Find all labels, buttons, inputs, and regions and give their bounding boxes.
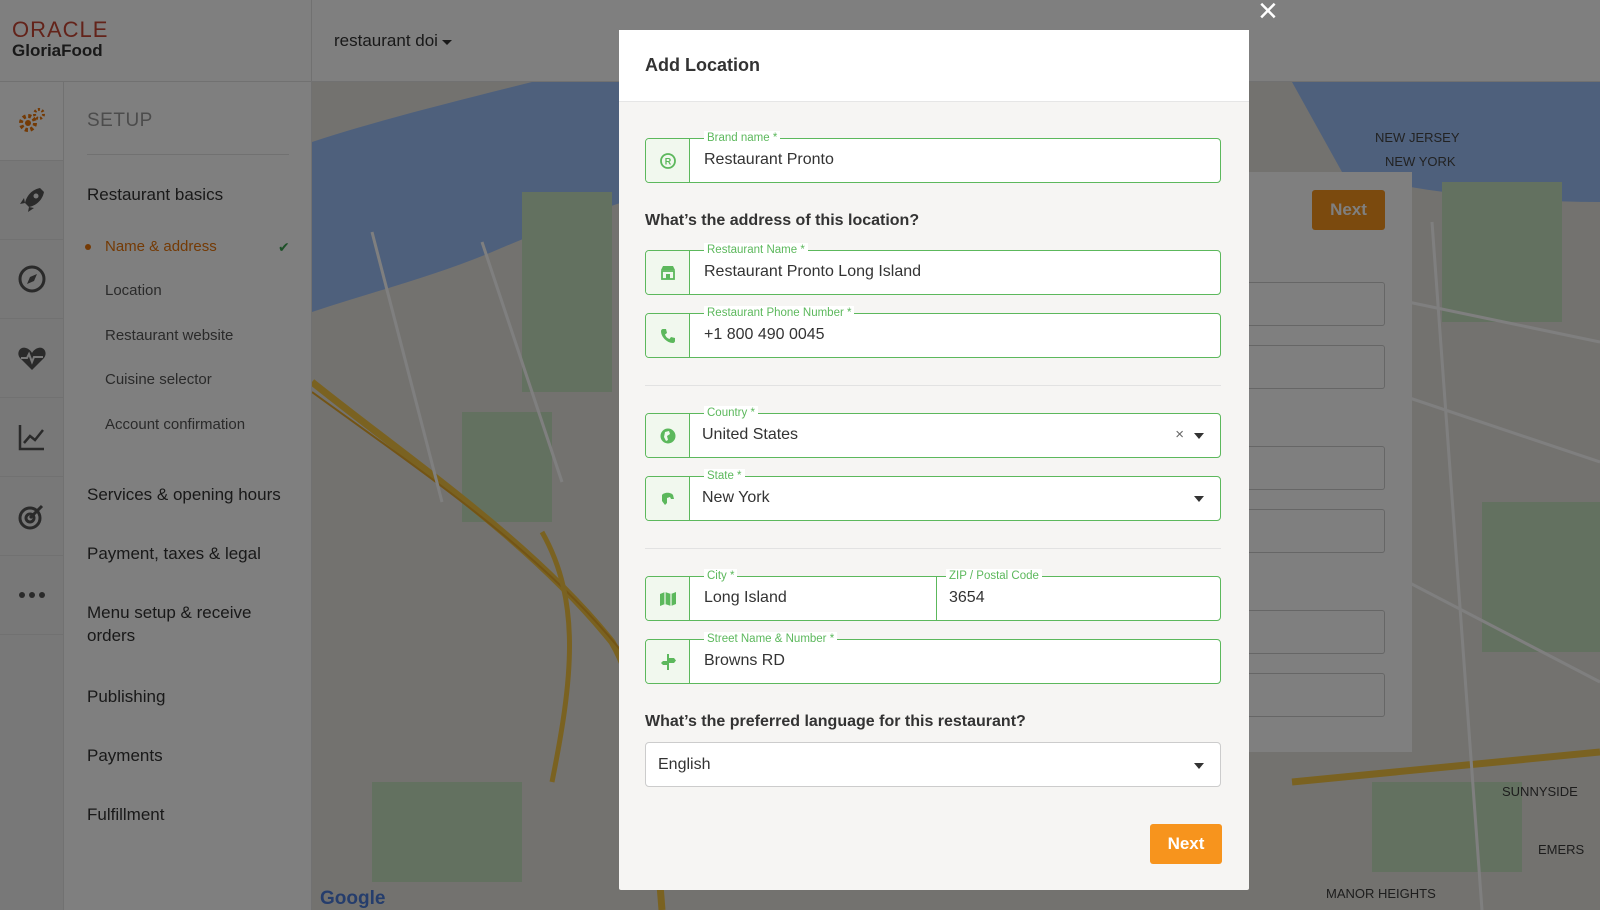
address-question: What’s the address of this location? [645, 212, 920, 229]
city-zip-divider [936, 577, 937, 620]
phone-icon [646, 314, 690, 357]
next-button[interactable]: Next [1150, 824, 1222, 864]
zip-label: ZIP / Postal Code [946, 569, 1042, 583]
language-question: What’s the preferred language for this r… [645, 713, 1026, 730]
brand-name-value: Restaurant Pronto [704, 151, 834, 168]
close-icon[interactable]: × [1258, 0, 1278, 28]
country-select[interactable]: Country * United States × [645, 406, 1221, 458]
phone-value: +1 800 490 0045 [704, 326, 825, 343]
registered-icon: R [646, 139, 690, 182]
language-value: English [658, 756, 711, 773]
globe-icon [646, 414, 690, 457]
city-label: City * [704, 569, 738, 583]
country-value: United States [702, 426, 799, 443]
language-select[interactable]: English [645, 742, 1221, 787]
section-divider [645, 548, 1221, 549]
brand-name-field[interactable]: R Brand name * Restaurant Pronto [645, 131, 1221, 183]
map-icon [646, 577, 690, 620]
zip-input[interactable]: 3654 [949, 589, 985, 607]
restaurant-name-label: Restaurant Name * [704, 243, 808, 257]
street-label: Street Name & Number * [704, 632, 838, 646]
restaurant-name-value: Restaurant Pronto Long Island [704, 263, 922, 280]
city-input[interactable]: Long Island [704, 589, 787, 607]
chevron-down-icon [1194, 496, 1204, 502]
state-select[interactable]: State * New York [645, 469, 1221, 521]
restaurant-name-field[interactable]: Restaurant Name * Restaurant Pronto Long… [645, 243, 1221, 295]
country-label: Country * [704, 406, 758, 420]
chevron-down-icon [1194, 433, 1204, 439]
street-value: Browns RD [704, 652, 785, 669]
modal-title: Add Location [619, 30, 1249, 102]
state-label: State * [704, 469, 745, 483]
chevron-down-icon [1194, 763, 1204, 769]
city-zip-field-group: City * Long Island ZIP / Postal Code 365… [645, 569, 1221, 621]
street-field[interactable]: Street Name & Number * Browns RD [645, 632, 1221, 684]
signpost-icon [646, 640, 690, 683]
store-icon [646, 251, 690, 294]
state-value: New York [702, 489, 770, 506]
clear-icon[interactable]: × [1175, 426, 1184, 443]
phone-field[interactable]: Restaurant Phone Number * +1 800 490 004… [645, 306, 1221, 358]
svg-text:R: R [664, 156, 671, 166]
section-divider [645, 385, 1221, 386]
region-icon [646, 477, 690, 520]
add-location-modal: Add Location R Brand name * Restaurant P… [619, 30, 1249, 890]
brand-name-label: Brand name * [704, 131, 781, 145]
phone-label: Restaurant Phone Number * [704, 306, 855, 320]
